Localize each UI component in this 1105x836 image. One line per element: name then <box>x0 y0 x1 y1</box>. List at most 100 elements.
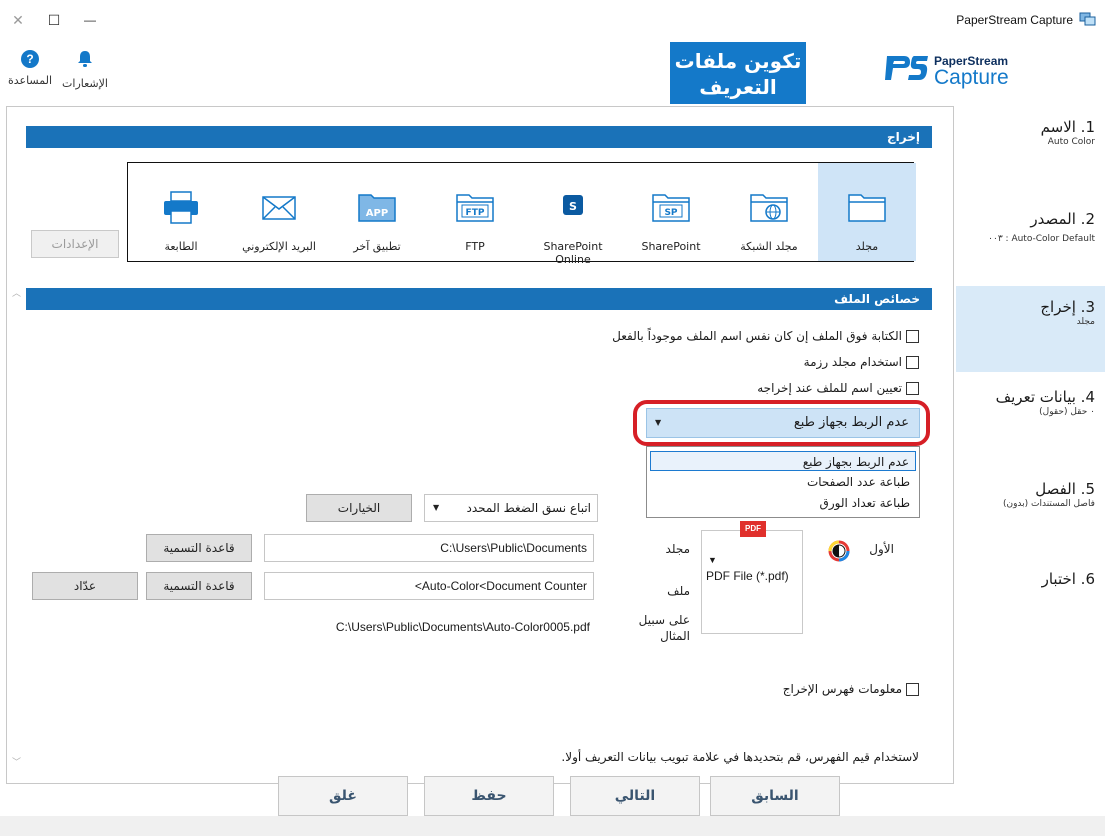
nav-title: 4. بيانات تعريف <box>995 388 1095 406</box>
svg-text:S: S <box>569 200 577 213</box>
destination-network-folder[interactable]: مجلد الشبكة <box>720 163 818 261</box>
close-button[interactable]: غلق <box>278 776 408 816</box>
nav-title: 1. الاسم <box>1040 118 1095 136</box>
folder-path-input[interactable]: C:\Users\Public\Documents <box>264 534 594 562</box>
email-icon <box>259 189 299 225</box>
batch-folder-label: استخدام مجلد رزمة <box>803 355 902 369</box>
close-window-button[interactable]: ✕ <box>4 8 32 32</box>
index-info-checkbox[interactable] <box>906 683 919 696</box>
overwrite-label: الكتابة فوق الملف إن كان نفس اسم الملف م… <box>612 329 902 343</box>
output-section-header: إخراج <box>26 126 932 148</box>
destination-label: SharePoint Online <box>543 240 603 266</box>
status-strip <box>0 816 1105 836</box>
name-on-output-checkbox[interactable] <box>906 382 919 395</box>
overwrite-checkbox[interactable] <box>906 330 919 343</box>
printer-link-options: عدم الربط بجهاز طبع طباعة عدد الصفحات طب… <box>646 446 920 518</box>
counter-button[interactable]: عدّاد <box>32 572 138 600</box>
destination-folder[interactable]: مجلد <box>818 163 916 261</box>
nav-subtitle: فاصل المستندات (بدون) <box>1002 499 1095 509</box>
destination-selector: مجلد مجلد الشبكة SP SharePoint S SharePo… <box>127 162 916 266</box>
network-folder-icon <box>749 189 789 225</box>
destination-other-app[interactable]: APP تطبيق آخر <box>328 163 426 261</box>
nav-subtitle: مجلد <box>1076 317 1095 327</box>
settings-button[interactable]: الإعدادات <box>31 230 119 258</box>
folder-naming-rule-button[interactable]: قاعدة التسمية <box>146 534 252 562</box>
index-note: لاستخدام قيم الفهرس، قم بتحديدها في علام… <box>561 750 919 764</box>
nav-title: 2. المصدر <box>1030 210 1095 228</box>
nav-step-metadata[interactable]: 4. بيانات تعريف ٠ حقل (حقول) <box>956 388 1105 446</box>
color-mode-icon[interactable] <box>826 538 852 564</box>
back-button[interactable]: السابق <box>710 776 840 816</box>
destination-sharepoint[interactable]: SP SharePoint <box>622 163 720 261</box>
bell-icon <box>77 50 93 71</box>
destination-label: FTP <box>465 240 485 253</box>
next-button[interactable]: التالي <box>570 776 700 816</box>
nav-step-output[interactable]: 3. إخراج مجلد <box>956 286 1105 372</box>
file-label: ملف <box>667 584 690 598</box>
app-folder-icon: APP <box>357 189 397 225</box>
destination-label: مجلد الشبكة <box>740 240 798 253</box>
destination-label: مجلد <box>855 240 879 253</box>
batch-folder-checkbox-row[interactable]: استخدام مجلد رزمة <box>804 355 919 373</box>
nav-step-test[interactable]: 6. اختبار <box>956 570 1105 610</box>
profile-title-line2: التعريف <box>699 75 777 99</box>
nav-subtitle: Auto-Color Default : ٠٠٣ <box>988 234 1095 244</box>
dropdown-option[interactable]: عدم الربط بجهاز طبع <box>650 451 916 471</box>
file-naming-rule-button[interactable]: قاعدة التسمية <box>146 572 252 600</box>
scroll-up-icon[interactable]: ︿ <box>12 286 21 299</box>
scroll-down-icon[interactable]: ﹀ <box>12 755 21 768</box>
destination-label: البريد الإلكتروني <box>242 240 316 253</box>
nav-title: 3. إخراج <box>1040 298 1095 316</box>
example-label: على سبيل المثال <box>620 612 690 644</box>
nav-title: 5. الفصل <box>1035 480 1095 498</box>
chevron-down-icon: ▼ <box>433 503 440 512</box>
dropdown-option[interactable]: طباعة عدد الصفحات <box>650 472 916 492</box>
destination-printer[interactable]: الطابعة <box>132 163 230 261</box>
pdf-badge-icon: PDF <box>740 521 766 537</box>
paperstream-logo: PaperStream Capture <box>884 52 1044 92</box>
title-bar: ✕ ☐ — PaperStream Capture <box>0 0 1105 40</box>
destination-ftp[interactable]: FTP FTP <box>426 163 524 261</box>
dropdown-option[interactable]: طباعة تعداد الورق <box>650 493 916 513</box>
svg-text:SP: SP <box>664 208 677 218</box>
minimize-window-button[interactable]: — <box>76 8 104 32</box>
window-title: PaperStream Capture <box>956 13 1073 27</box>
svg-text:APP: APP <box>366 208 388 219</box>
destination-email[interactable]: البريد الإلكتروني <box>230 163 328 261</box>
example-label-line1: على سبيل <box>638 613 690 627</box>
help-label: المساعدة <box>7 74 53 87</box>
overwrite-checkbox-row[interactable]: الكتابة فوق الملف إن كان نفس اسم الملف م… <box>612 329 919 347</box>
notifications-button[interactable]: الإشعارات <box>58 50 112 96</box>
app-icon <box>1079 11 1097 27</box>
help-icon: ? <box>21 50 39 68</box>
nav-step-separation[interactable]: 5. الفصل فاصل المستندات (بدون) <box>956 480 1105 538</box>
nav-title: 6. اختبار <box>1041 570 1095 588</box>
nav-step-source[interactable]: 2. المصدر Auto-Color Default : ٠٠٣ <box>956 210 1105 268</box>
compression-select[interactable]: اتباع نسق الضغط المحدد ▼ <box>424 494 598 522</box>
compression-value: اتباع نسق الضغط المحدد <box>466 501 592 515</box>
scrollbar[interactable]: ︿ ﹀ <box>10 286 24 768</box>
example-path: C:\Users\Public\Documents\Auto-Color0005… <box>335 620 590 634</box>
printer-icon <box>161 189 201 225</box>
nav-subtitle: ٠ حقل (حقول) <box>1039 407 1095 417</box>
sharepoint-online-icon: S <box>553 189 593 225</box>
destination-label: الطابعة <box>164 240 198 253</box>
name-on-output-label: تعيين اسم للملف عند إخراجه <box>757 381 902 395</box>
destination-sharepoint-online[interactable]: S SharePoint Online <box>524 163 622 266</box>
save-button[interactable]: حفظ <box>424 776 554 816</box>
profile-config-title: تكوين ملفات التعريف <box>670 42 806 104</box>
index-info-checkbox-row[interactable]: معلومات فهرس الإخراج <box>783 682 919 700</box>
maximize-window-button[interactable]: ☐ <box>40 8 68 32</box>
file-type-label: الأول <box>869 542 894 556</box>
help-button[interactable]: ? المساعدة <box>4 50 56 96</box>
nav-step-name[interactable]: 1. الاسم Auto Color <box>956 118 1105 176</box>
ftp-folder-icon: FTP <box>455 189 495 225</box>
file-name-input[interactable]: <Auto-Color<Document Counter <box>264 572 594 600</box>
file-format-label: PDF File (*.pdf) <box>706 569 789 583</box>
highlight-ring <box>633 400 930 446</box>
batch-folder-checkbox[interactable] <box>906 356 919 369</box>
file-format-box[interactable]: PDF ▼ PDF File (*.pdf) <box>701 521 803 634</box>
folder-icon <box>847 189 887 225</box>
options-button[interactable]: الخيارات <box>306 494 412 522</box>
name-on-output-checkbox-row[interactable]: تعيين اسم للملف عند إخراجه <box>757 381 919 399</box>
